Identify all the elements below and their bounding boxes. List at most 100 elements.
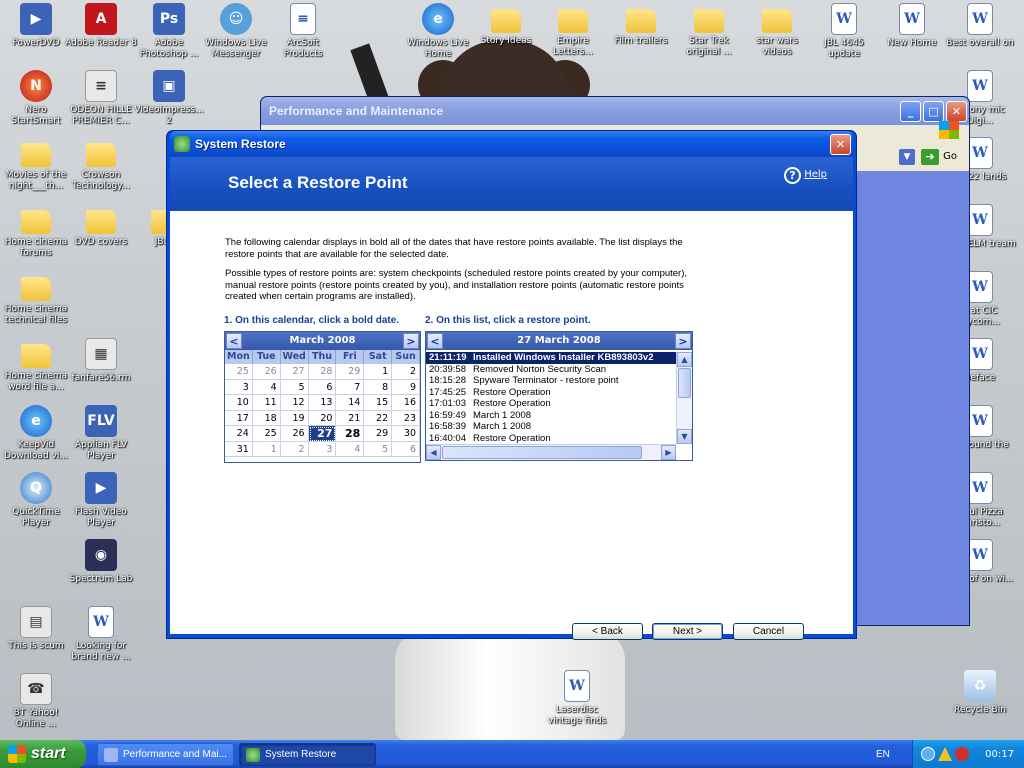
calendar-day[interactable]: 1 xyxy=(364,364,393,380)
calendar-day[interactable]: 20 xyxy=(308,410,337,426)
calendar-day[interactable]: 6 xyxy=(392,441,420,457)
restore-point-row[interactable]: 17:01:03 Restore Operation xyxy=(426,398,676,410)
desktop-icon[interactable]: ☎ BT Yahoo! Online ... xyxy=(0,673,72,730)
desktop-icon[interactable]: Story Ideas xyxy=(470,3,542,47)
network-icon[interactable] xyxy=(921,747,935,761)
warning-icon[interactable] xyxy=(938,747,952,761)
desktop-icon[interactable]: FLV Applian FLV Player xyxy=(65,405,137,462)
calendar-day[interactable]: 5 xyxy=(280,379,309,395)
scroll-down-icon[interactable]: ▼ xyxy=(677,429,692,444)
restore-point-row[interactable]: 16:40:04 Restore Operation xyxy=(426,433,676,445)
restore-calendar[interactable]: < March 2008 > Mon Tue Wed Thu Fri Sat Sun 25 2… xyxy=(224,331,421,463)
close-button[interactable]: ✕ xyxy=(830,134,851,155)
calendar-day[interactable]: 8 xyxy=(364,379,393,395)
go-button[interactable]: Go xyxy=(943,151,957,162)
calendar-day[interactable]: 28 xyxy=(336,426,365,442)
desktop-icon[interactable]: ▤ This is scum xyxy=(0,606,72,652)
next-button[interactable]: Next > xyxy=(652,623,723,640)
calendar-day[interactable]: 2 xyxy=(280,441,309,457)
address-dropdown-icon[interactable]: ▼ xyxy=(899,149,915,165)
scroll-up-icon[interactable]: ▲ xyxy=(677,352,692,367)
calendar-day[interactable]: 22 xyxy=(364,410,393,426)
restore-point-row[interactable]: 21:11:19 Installed Windows Installer KB89… xyxy=(426,352,676,364)
restore-point-row[interactable]: 17:45:25 Restore Operation xyxy=(426,387,676,399)
calendar-day[interactable]: 5 xyxy=(364,441,393,457)
desktop-icon[interactable]: e Windows Live Home xyxy=(402,3,474,60)
calendar-day[interactable]: 19 xyxy=(280,410,309,426)
desktop-icon[interactable]: W Best overall on xyxy=(944,3,1016,49)
desktop-icon[interactable]: W Looking for brand new ... xyxy=(65,606,137,663)
scroll-left-icon[interactable]: ◀ xyxy=(426,445,441,460)
cancel-button[interactable]: Cancel xyxy=(733,623,804,640)
desktop-icon[interactable]: Home cinema forums xyxy=(0,204,72,259)
desktop-icon[interactable]: Crowson Technology... xyxy=(65,137,137,192)
desktop-icon[interactable]: DVD covers xyxy=(65,204,137,248)
desktop-icon[interactable]: Empire Letters... xyxy=(537,3,609,58)
calendar-day[interactable]: 29 xyxy=(364,426,393,442)
calendar-day[interactable]: 14 xyxy=(336,395,365,411)
start-button[interactable]: start xyxy=(0,740,86,768)
calendar-day[interactable]: 13 xyxy=(308,395,337,411)
system-restore-dialog[interactable]: System Restore ✕ Select a Restore Point … xyxy=(166,130,857,640)
next-day-button[interactable]: > xyxy=(675,333,691,349)
restore-point-row[interactable]: 18:15:28 Spyware Terminator - restore poi… xyxy=(426,375,676,387)
desktop-icon[interactable]: Q QuickTime Player xyxy=(0,472,72,529)
vertical-scrollbar[interactable]: ▲ ▼ xyxy=(676,352,692,444)
language-indicator[interactable]: EN xyxy=(876,749,890,760)
perf-titlebar[interactable]: Performance and Maintenance _ □ ✕ xyxy=(261,97,969,125)
calendar-day[interactable]: 30 xyxy=(392,426,420,442)
desktop-icon[interactable]: Movies of the night___th... xyxy=(0,137,72,192)
calendar-day[interactable]: 31 xyxy=(225,441,253,457)
calendar-day[interactable]: 16 xyxy=(392,395,420,411)
prev-month-button[interactable]: < xyxy=(226,333,242,349)
selected-day[interactable]: 27 xyxy=(308,426,337,442)
calendar-day[interactable]: 10 xyxy=(225,395,253,411)
calendar-day[interactable]: 4 xyxy=(252,379,281,395)
restore-point-list[interactable]: < 27 March 2008 > 21:11:19 Installed Wind… xyxy=(425,331,693,461)
calendar-day[interactable]: 27 xyxy=(280,364,309,380)
horizontal-scrollbar[interactable]: ◀ ▶ xyxy=(426,444,676,460)
calendar-day[interactable]: 28 xyxy=(308,364,337,380)
desktop-icon[interactable]: Star Trek original ... xyxy=(673,3,745,58)
desktop-icon[interactable]: ▦ fanfare56.rm xyxy=(65,338,137,384)
help-link[interactable]: Help xyxy=(804,169,827,180)
calendar-day[interactable]: 1 xyxy=(252,441,281,457)
calendar-day[interactable]: 18 xyxy=(252,410,281,426)
clock[interactable]: 00:17 xyxy=(985,749,1014,760)
desktop-icon[interactable]: W New Home xyxy=(876,3,948,49)
desktop-icon[interactable]: Film trailers xyxy=(605,3,677,47)
calendar-day[interactable]: 12 xyxy=(280,395,309,411)
security-shield-icon[interactable] xyxy=(955,747,969,761)
desktop-icon[interactable]: ≡ ODEON HILLE PREMIER C... xyxy=(65,70,137,127)
desktop-icon[interactable]: ≡ ArcSoft Products xyxy=(267,3,339,60)
desktop-icon[interactable]: A Adobe Reader 8 xyxy=(65,3,137,49)
calendar-day[interactable]: 2 xyxy=(392,364,420,380)
taskbar-item-performance[interactable]: Performance and Mai... xyxy=(97,743,234,766)
calendar-day[interactable]: 3 xyxy=(308,441,337,457)
scroll-right-icon[interactable]: ▶ xyxy=(661,445,676,460)
desktop-icon[interactable]: e KeepVid Download vi... xyxy=(0,405,72,462)
maximize-button[interactable]: □ xyxy=(923,101,944,122)
calendar-day[interactable]: 9 xyxy=(392,379,420,395)
calendar-day[interactable]: 26 xyxy=(280,426,309,442)
calendar-day[interactable]: 24 xyxy=(225,426,253,442)
desktop-icon[interactable]: ▶ PowerDVD xyxy=(0,3,72,49)
scroll-thumb[interactable] xyxy=(442,446,642,459)
go-arrow-icon[interactable]: ➔ xyxy=(921,149,939,165)
calendar-day[interactable]: 26 xyxy=(252,364,281,380)
calendar-day[interactable]: 25 xyxy=(225,364,253,380)
calendar-day[interactable]: 7 xyxy=(336,379,365,395)
calendar-day[interactable]: 21 xyxy=(336,410,365,426)
calendar-day[interactable]: 25 xyxy=(252,426,281,442)
calendar-day[interactable]: 29 xyxy=(336,364,365,380)
desktop-icon[interactable]: Home cinema word file a... xyxy=(0,338,72,393)
calendar-day[interactable]: 6 xyxy=(308,379,337,395)
desktop-icon[interactable]: ▶ Flash Video Player xyxy=(65,472,137,529)
close-button[interactable]: ✕ xyxy=(946,101,967,122)
restore-point-row[interactable]: 20:39:58 Removed Norton Security Scan xyxy=(426,364,676,376)
desktop-icon[interactable]: ♻ Recycle Bin xyxy=(944,670,1016,716)
desktop-icon[interactable]: Home cinema technical files xyxy=(0,271,72,326)
desktop-icon[interactable]: ☺ Windows Live Messenger xyxy=(200,3,272,60)
desktop-icon[interactable]: W Laserdisc vintage finds xyxy=(541,670,613,727)
calendar-day[interactable]: 23 xyxy=(392,410,420,426)
